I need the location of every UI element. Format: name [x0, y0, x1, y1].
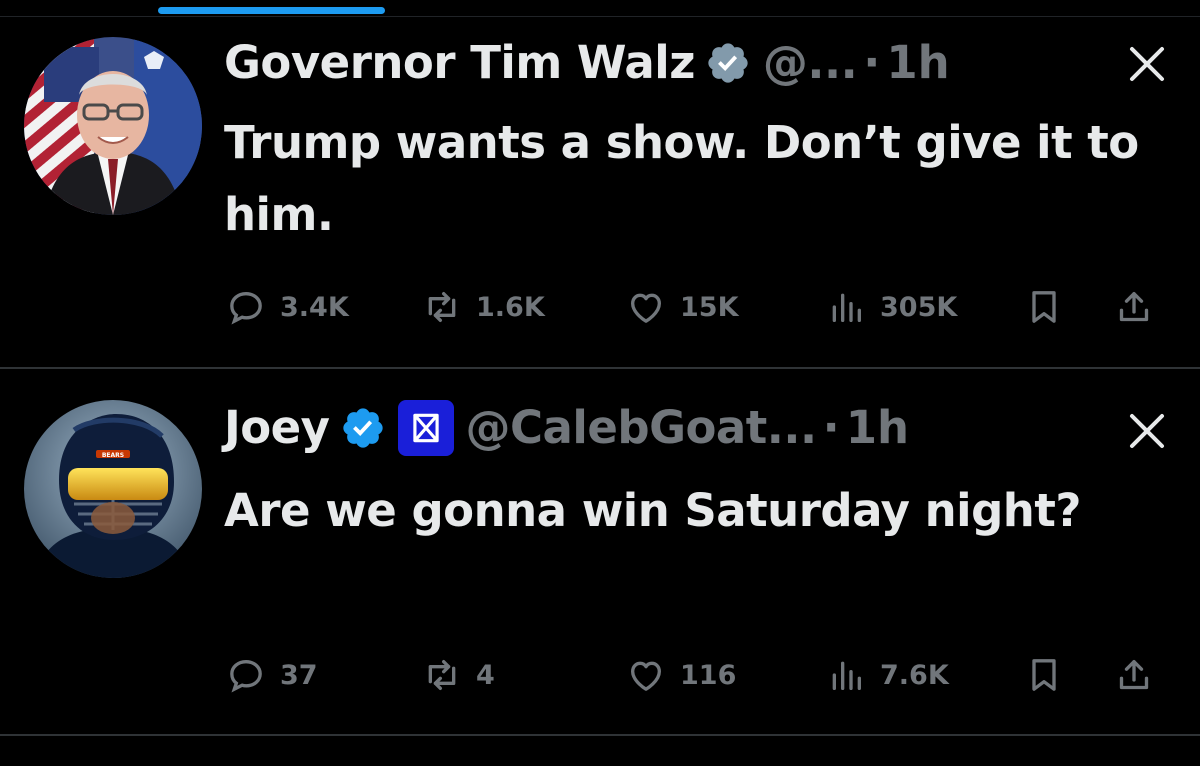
tweet[interactable]: BEARS Joey @CalebGoat... · 1h Are we gon…: [0, 369, 1200, 734]
display-name[interactable]: Joey: [224, 395, 330, 461]
active-tab-indicator: [158, 7, 385, 14]
repost-button[interactable]: 4: [422, 655, 495, 695]
separator-dot: ·: [822, 401, 840, 454]
avatar[interactable]: BEARS: [24, 400, 202, 578]
reply-icon: [230, 291, 262, 325]
bookmark-button[interactable]: [1024, 655, 1064, 695]
share-icon: [1119, 292, 1149, 322]
tweet-header: Governor Tim Walz @... · 1h: [224, 30, 1130, 96]
views-button[interactable]: 7.6K: [826, 655, 949, 695]
avatar[interactable]: [24, 37, 202, 215]
like-count: 15K: [680, 291, 739, 323]
tweet-text: Are we gonna win Saturday night?: [224, 484, 1081, 537]
views-count: 305K: [880, 291, 958, 323]
avatar-image: BEARS: [24, 400, 202, 578]
reply-count: 37: [280, 659, 318, 691]
like-count: 116: [680, 659, 737, 691]
timeline: Governor Tim Walz @... · 1h Trump wants …: [0, 0, 1200, 766]
handle[interactable]: @...: [763, 30, 858, 96]
repost-icon: [428, 292, 456, 322]
svg-text:BEARS: BEARS: [102, 452, 124, 459]
bookmark-icon: [1032, 659, 1056, 691]
affiliate-badge-icon[interactable]: [397, 400, 454, 456]
reply-icon: [230, 659, 262, 693]
share-icon: [1119, 660, 1149, 690]
display-name[interactable]: Governor Tim Walz: [224, 30, 695, 96]
repost-count: 1.6K: [476, 291, 545, 323]
bookmark-button[interactable]: [1024, 287, 1064, 327]
like-icon: [631, 661, 661, 691]
close-x-icon[interactable]: [1124, 41, 1170, 87]
like-button[interactable]: 15K: [626, 287, 739, 327]
share-button[interactable]: [1114, 655, 1154, 695]
like-button[interactable]: 116: [626, 655, 736, 695]
tweet-text: Trump wants a show. Don’t give it to him…: [224, 116, 1139, 241]
verified-badge-icon: [708, 43, 748, 83]
separator-dot: ·: [863, 36, 881, 89]
timestamp[interactable]: 1h: [846, 395, 909, 461]
tweet-header: Joey @CalebGoat... · 1h: [224, 395, 1130, 461]
share-button[interactable]: [1114, 287, 1154, 327]
reply-button[interactable]: 3.4K: [226, 287, 349, 327]
reply-count: 3.4K: [280, 291, 349, 323]
views-icon: [832, 293, 861, 322]
timestamp[interactable]: 1h: [886, 30, 949, 96]
reply-button[interactable]: 37: [226, 655, 318, 695]
action-bar: 3.4K 1.6K 15K 305K: [226, 282, 1170, 332]
bookmark-icon: [1032, 291, 1056, 323]
like-icon: [631, 293, 661, 323]
action-bar: 37 4 116 7.6K: [226, 650, 1170, 700]
avatar-image: [24, 37, 202, 215]
views-button[interactable]: 305K: [826, 287, 957, 327]
tweet[interactable]: Governor Tim Walz @... · 1h Trump wants …: [0, 17, 1200, 367]
verified-badge-icon: [342, 408, 383, 448]
views-count: 7.6K: [880, 659, 949, 691]
tweet-divider: [0, 734, 1200, 736]
repost-count: 4: [476, 659, 495, 691]
views-icon: [832, 661, 861, 690]
handle[interactable]: @CalebGoat...: [466, 395, 818, 461]
close-x-icon[interactable]: [1124, 408, 1170, 454]
repost-icon: [428, 660, 456, 690]
repost-button[interactable]: 1.6K: [422, 287, 545, 327]
